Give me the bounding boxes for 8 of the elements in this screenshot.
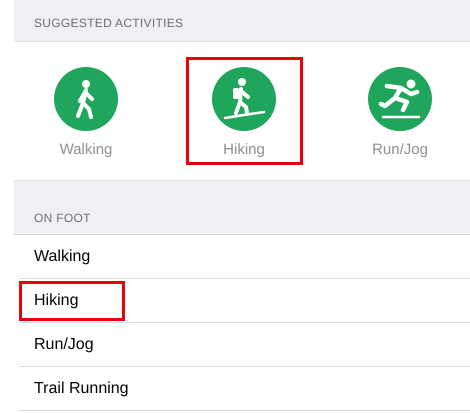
list-item[interactable]: Hiking — [19, 280, 125, 320]
list-item[interactable]: Trail Running — [19, 368, 132, 408]
list-item[interactable]: Run/Jog — [19, 324, 125, 364]
list-item[interactable]: Walking — [19, 236, 125, 276]
hiker-icon — [221, 77, 267, 121]
section-header: ON FOOT — [34, 210, 91, 227]
section-header: SUGGESTED ACTIVITIES — [34, 15, 184, 32]
runner-icon — [377, 78, 423, 120]
